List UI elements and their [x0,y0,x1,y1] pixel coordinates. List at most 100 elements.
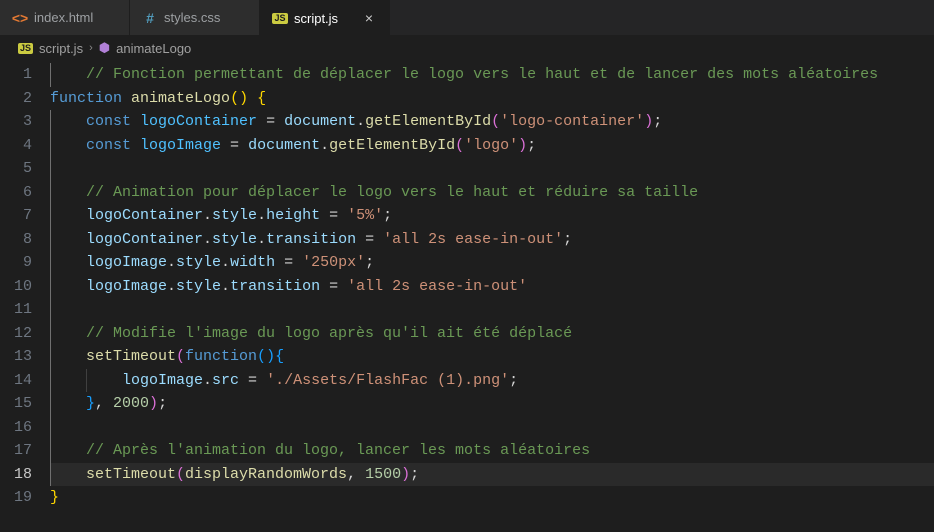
breadcrumb: JS script.js › ⬢ animateLogo [0,36,934,60]
code-line[interactable]: } [50,486,934,510]
line-number: 1 [12,63,32,87]
line-number: 12 [12,322,32,346]
code-editor[interactable]: 12345678910111213141516171819 // Fonctio… [0,60,934,510]
code-line[interactable]: logoImage.style.width = '250px'; [50,251,934,275]
code-line[interactable] [50,298,934,322]
code-token: = [257,110,284,134]
line-number: 5 [12,157,32,181]
code-line[interactable]: logoContainer.style.transition = 'all 2s… [50,228,934,252]
symbol-icon: ⬢ [99,40,110,56]
code-token: // Modifie l'image du logo après qu'il a… [86,322,572,346]
line-number: 13 [12,345,32,369]
line-number: 18 [12,463,32,487]
code-token: document [248,134,320,158]
line-number: 14 [12,369,32,393]
code-token: ( [455,134,464,158]
code-token: function [185,345,257,369]
code-token: = [221,134,248,158]
indent-guide [50,251,86,275]
code-line[interactable]: setTimeout(function(){ [50,345,934,369]
line-number: 15 [12,392,32,416]
line-number: 7 [12,204,32,228]
code-token: . [320,134,329,158]
line-number: 11 [12,298,32,322]
breadcrumb-symbol[interactable]: animateLogo [116,41,191,56]
code-line[interactable]: // Animation pour déplacer le logo vers … [50,181,934,205]
js-icon: JS [18,43,33,54]
chevron-right-icon: › [89,42,93,54]
code-token: style [176,275,221,299]
code-line[interactable]: const logoImage = document.getElementByI… [50,134,934,158]
code-token: . [203,204,212,228]
indent-guide [50,392,86,416]
code-token: . [221,251,230,275]
line-number: 10 [12,275,32,299]
code-token: { [257,87,266,111]
code-token: style [212,228,257,252]
indent-guide [50,157,86,181]
tab-bar: <>index.html # styles.css JS script.js × [0,0,934,36]
code-line[interactable]: // Modifie l'image du logo après qu'il a… [50,322,934,346]
indent-guide [50,345,86,369]
tab-label: index.html [34,10,117,25]
code-token: const [86,134,131,158]
code-token: getElementById [365,110,491,134]
css-icon: # [146,10,154,26]
indent-guide [50,275,86,299]
code-token: . [356,110,365,134]
code-token: ) [518,134,527,158]
code-line[interactable]: logoImage.src = './Assets/FlashFac (1).p… [50,369,934,393]
code-line[interactable] [50,416,934,440]
tab-label: styles.css [164,10,247,25]
code-token: setTimeout [86,463,176,487]
line-number: 19 [12,486,32,510]
js-icon: JS [272,13,287,24]
code-token: ( [491,110,500,134]
code-line[interactable]: }, 2000); [50,392,934,416]
line-number: 16 [12,416,32,440]
code-line[interactable]: setTimeout(displayRandomWords, 1500); [50,463,934,487]
tab-styles-css[interactable]: # styles.css [130,0,260,35]
code-token: 'logo-container' [500,110,644,134]
code-line[interactable]: logoContainer.style.height = '5%'; [50,204,934,228]
breadcrumb-file[interactable]: script.js [39,41,83,56]
code-token: . [257,228,266,252]
code-token: } [50,486,59,510]
code-token: ; [383,204,392,228]
code-token: style [212,204,257,228]
code-token: ) [401,463,410,487]
tab-label: script.js [294,11,355,26]
line-number-gutter: 12345678910111213141516171819 [0,63,50,510]
code-token: setTimeout [86,345,176,369]
code-token [131,134,140,158]
code-token: logoImage [122,369,203,393]
code-token: . [167,251,176,275]
tab-script-js[interactable]: JS script.js × [260,0,390,35]
indent-guide [86,369,122,393]
code-line[interactable]: function animateLogo() { [50,87,934,111]
code-line[interactable] [50,157,934,181]
code-token: , [347,463,365,487]
code-token: 1500 [365,463,401,487]
code-token: } [86,392,95,416]
indent-guide [50,298,86,322]
tab-index-html[interactable]: <>index.html [0,0,130,35]
code-content[interactable]: // Fonction permettant de déplacer le lo… [50,63,934,510]
code-token: logoContainer [86,204,203,228]
code-line[interactable]: logoImage.style.transition = 'all 2s eas… [50,275,934,299]
code-token: transition [266,228,356,252]
code-line[interactable]: // Après l'animation du logo, lancer les… [50,439,934,463]
code-line[interactable]: // Fonction permettant de déplacer le lo… [50,63,934,87]
code-token: { [275,345,284,369]
code-token: 2000 [113,392,149,416]
line-number: 17 [12,439,32,463]
code-line[interactable]: const logoContainer = document.getElemen… [50,110,934,134]
indent-guide [50,463,86,487]
close-icon[interactable]: × [361,10,377,26]
code-token: logoImage [86,251,167,275]
code-token: style [176,251,221,275]
code-token: ; [410,463,419,487]
indent-guide [50,439,86,463]
indent-guide [50,204,86,228]
code-token: animateLogo [131,87,230,111]
